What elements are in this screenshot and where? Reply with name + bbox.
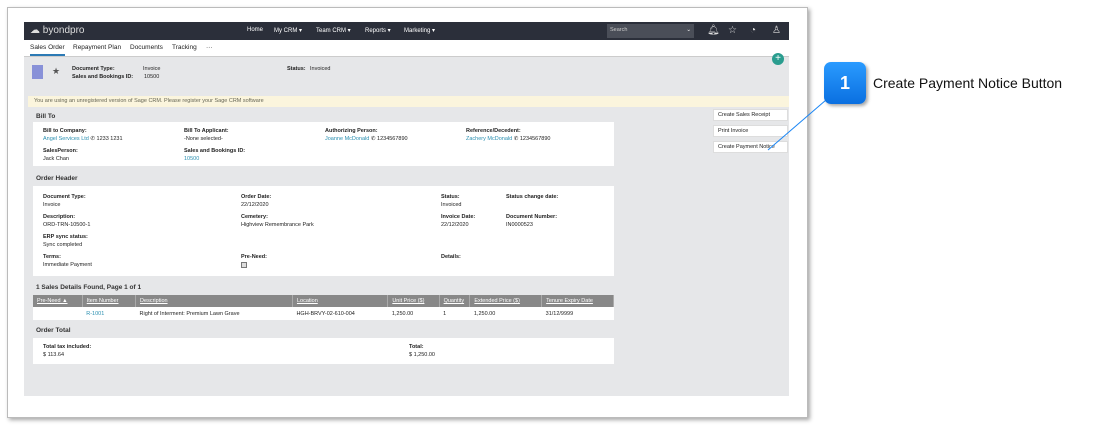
callout-leader-line [767,99,827,151]
callout-text: Create Payment Notice Button [873,75,1063,91]
callout-badge: 1 [824,62,866,104]
